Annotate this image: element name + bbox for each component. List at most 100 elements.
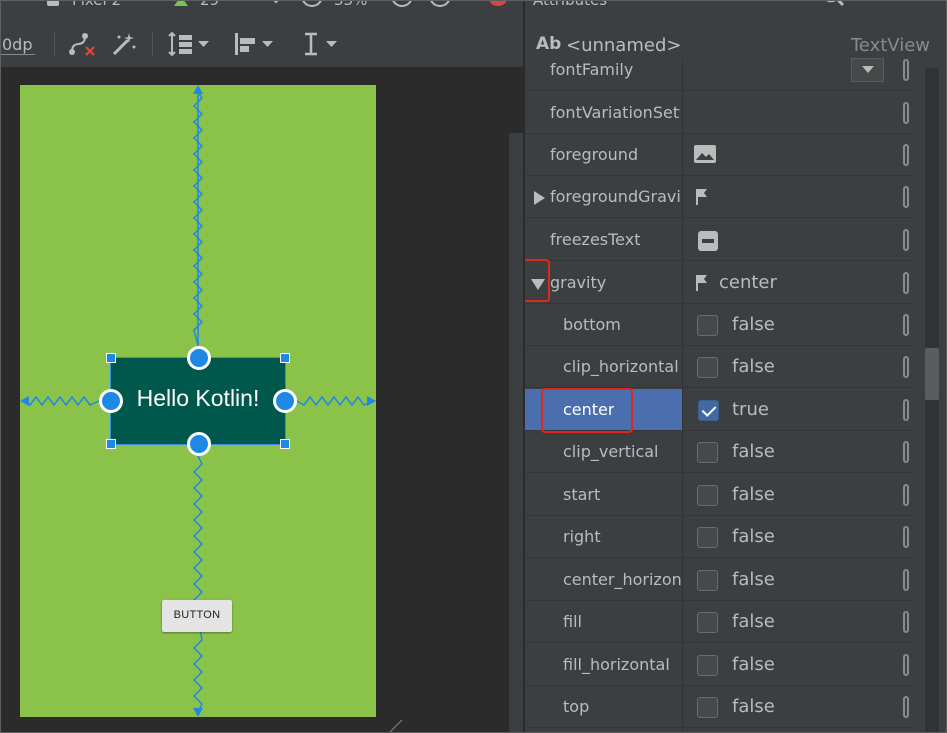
toggle-indicator[interactable]: [903, 611, 909, 633]
dropdown-arrow-icon[interactable]: [851, 58, 884, 82]
attr-value[interactable]: [682, 176, 909, 218]
gear-icon[interactable]: [865, 0, 887, 10]
checkbox[interactable]: [697, 527, 718, 548]
anchor-bottom[interactable]: [187, 432, 211, 456]
attr-value[interactable]: false: [682, 601, 909, 643]
left-constraint-spring: [23, 395, 100, 407]
indeterminate-checkbox-icon[interactable]: [697, 230, 719, 252]
attr-row-foregroundgravity[interactable]: foregroundGravit: [525, 176, 915, 218]
toggle-indicator[interactable]: [903, 569, 909, 591]
search-icon[interactable]: [821, 0, 847, 10]
attr-value[interactable]: false: [682, 304, 909, 346]
constraint-arrow: [367, 396, 376, 406]
attr-row-gravity-fill[interactable]: fill false: [525, 601, 915, 643]
constraint-arrow: [193, 85, 203, 94]
checkbox[interactable]: [697, 655, 718, 676]
canvas-button[interactable]: BUTTON: [162, 600, 232, 632]
attr-value[interactable]: false: [682, 474, 909, 516]
attr-value[interactable]: false: [682, 644, 909, 686]
scrollbar-thumb[interactable]: [925, 348, 939, 400]
toggle-indicator[interactable]: [903, 654, 909, 676]
resize-handle-top-left[interactable]: [106, 353, 116, 363]
attr-name: foreground: [550, 145, 639, 164]
highlight-center-row: [541, 388, 633, 433]
toggle-indicator[interactable]: [903, 441, 909, 463]
attr-name: center_horizont: [563, 570, 681, 589]
design-scrollbar[interactable]: [509, 133, 523, 733]
constraint-arrow: [20, 396, 29, 406]
toggle-indicator[interactable]: [903, 696, 909, 718]
attr-name: start: [563, 485, 601, 504]
anchor-top[interactable]: [187, 346, 211, 370]
attr-value[interactable]: center: [682, 262, 909, 304]
resize-handle-top-right[interactable]: [280, 353, 290, 363]
resize-handle-bottom-right[interactable]: [280, 439, 290, 449]
checkbox[interactable]: [697, 442, 718, 463]
attr-name: clip_vertical: [563, 442, 659, 461]
attr-row-gravity-bottom[interactable]: bottom false: [525, 304, 915, 346]
toggle-indicator[interactable]: [903, 356, 909, 378]
attr-value-text: center: [719, 272, 777, 293]
attr-row-gravity-fill-horizontal[interactable]: fill_horizontal false: [525, 644, 915, 686]
attr-name: fontFamily: [550, 60, 634, 79]
attr-row-gravity-start[interactable]: start false: [525, 474, 915, 516]
attr-value[interactable]: false: [682, 559, 909, 601]
attr-value-text: true: [732, 399, 769, 420]
image-icon[interactable]: [693, 144, 717, 164]
attr-value[interactable]: [682, 92, 909, 134]
toggle-indicator[interactable]: [903, 59, 909, 81]
attributes-scrollbar[interactable]: [925, 68, 939, 733]
toggle-indicator[interactable]: [903, 484, 909, 506]
toggle-indicator[interactable]: [903, 229, 909, 251]
constraint-arrow: [193, 708, 203, 717]
attr-value[interactable]: false: [682, 346, 909, 388]
checkbox[interactable]: [697, 485, 718, 506]
attr-row-freezestext[interactable]: freezesText: [525, 219, 915, 261]
attr-row-fontfamily[interactable]: fontFamily: [525, 49, 915, 91]
toggle-indicator[interactable]: [903, 272, 909, 294]
attr-row-gravity-clip-horizontal[interactable]: clip_horizontal false: [525, 346, 915, 388]
checkbox[interactable]: [697, 612, 718, 633]
attr-value[interactable]: [682, 134, 909, 176]
expand-arrow-icon[interactable]: [534, 191, 545, 205]
attr-name: foregroundGravit: [550, 187, 681, 206]
resize-corner-icon[interactable]: [388, 718, 404, 733]
checkbox[interactable]: [697, 357, 718, 378]
button-text: BUTTON: [173, 609, 221, 621]
toggle-indicator[interactable]: [903, 186, 909, 208]
attr-row-fontvariationsettings[interactable]: fontVariationSett: [525, 92, 915, 134]
toggle-indicator[interactable]: [903, 399, 909, 421]
anchor-left[interactable]: [99, 389, 123, 413]
checkbox[interactable]: [697, 315, 718, 336]
checkbox[interactable]: [697, 570, 718, 591]
toggle-indicator[interactable]: [903, 526, 909, 548]
bottom-constraint-spring: [192, 455, 204, 713]
attr-row-gravity[interactable]: gravity center: [525, 262, 915, 304]
attr-value[interactable]: false: [682, 431, 909, 473]
attr-value[interactable]: true: [683, 389, 909, 431]
checkbox-checked[interactable]: [698, 400, 719, 421]
panel-title: Attributes: [533, 0, 608, 9]
attr-row-gravity-center-value[interactable]: true: [683, 389, 915, 431]
toggle-indicator[interactable]: [903, 144, 909, 166]
resize-handle-bottom-left[interactable]: [106, 439, 116, 449]
attr-name: right: [563, 527, 601, 546]
attr-value[interactable]: [682, 219, 909, 261]
attr-value[interactable]: false: [682, 516, 909, 558]
attr-row-gravity-center-horizontal[interactable]: center_horizont false: [525, 559, 915, 601]
toggle-indicator[interactable]: [903, 314, 909, 336]
attr-value[interactable]: false: [682, 686, 909, 728]
checkbox[interactable]: [697, 697, 718, 718]
attr-value[interactable]: [682, 49, 909, 91]
attr-name: clip_horizontal: [563, 357, 679, 376]
attr-name: gravity: [550, 273, 607, 292]
attr-value-text: false: [732, 356, 775, 377]
attr-row-foreground[interactable]: foreground: [525, 134, 915, 176]
toggle-indicator[interactable]: [903, 102, 909, 124]
attr-name: freezesText: [550, 230, 641, 249]
attr-row-gravity-clip-vertical[interactable]: clip_vertical false: [525, 431, 915, 473]
design-editor: Pixel 2 29 33% 0dp Hello Kotlin! BUTTON: [0, 0, 523, 733]
attr-row-gravity-top[interactable]: top false: [525, 686, 915, 728]
attr-row-gravity-right[interactable]: right false: [525, 516, 915, 558]
anchor-right[interactable]: [273, 389, 297, 413]
